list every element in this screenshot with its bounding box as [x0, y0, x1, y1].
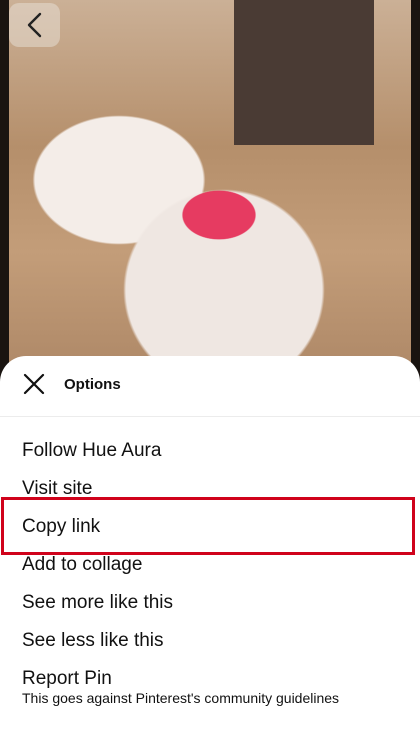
option-follow[interactable]: Follow Hue Aura — [22, 440, 161, 462]
sheet-title: Options — [64, 376, 121, 393]
option-copy-link[interactable]: Copy link — [22, 516, 100, 538]
option-visit-site[interactable]: Visit site — [22, 478, 92, 500]
sheet-header: Options — [0, 356, 420, 417]
back-button[interactable] — [9, 3, 60, 47]
option-report-pin[interactable]: Report Pin — [22, 668, 112, 690]
option-see-more[interactable]: See more like this — [22, 592, 173, 614]
option-see-less[interactable]: See less like this — [22, 630, 164, 652]
screen: Options Follow Hue Aura Visit site Copy … — [0, 0, 420, 739]
close-icon — [22, 372, 46, 401]
background-door — [234, 0, 374, 145]
chevron-left-icon — [26, 12, 44, 38]
close-button[interactable] — [18, 370, 50, 402]
option-report-pin-description: This goes against Pinterest's community … — [22, 690, 340, 706]
option-add-to-collage[interactable]: Add to collage — [22, 554, 142, 576]
